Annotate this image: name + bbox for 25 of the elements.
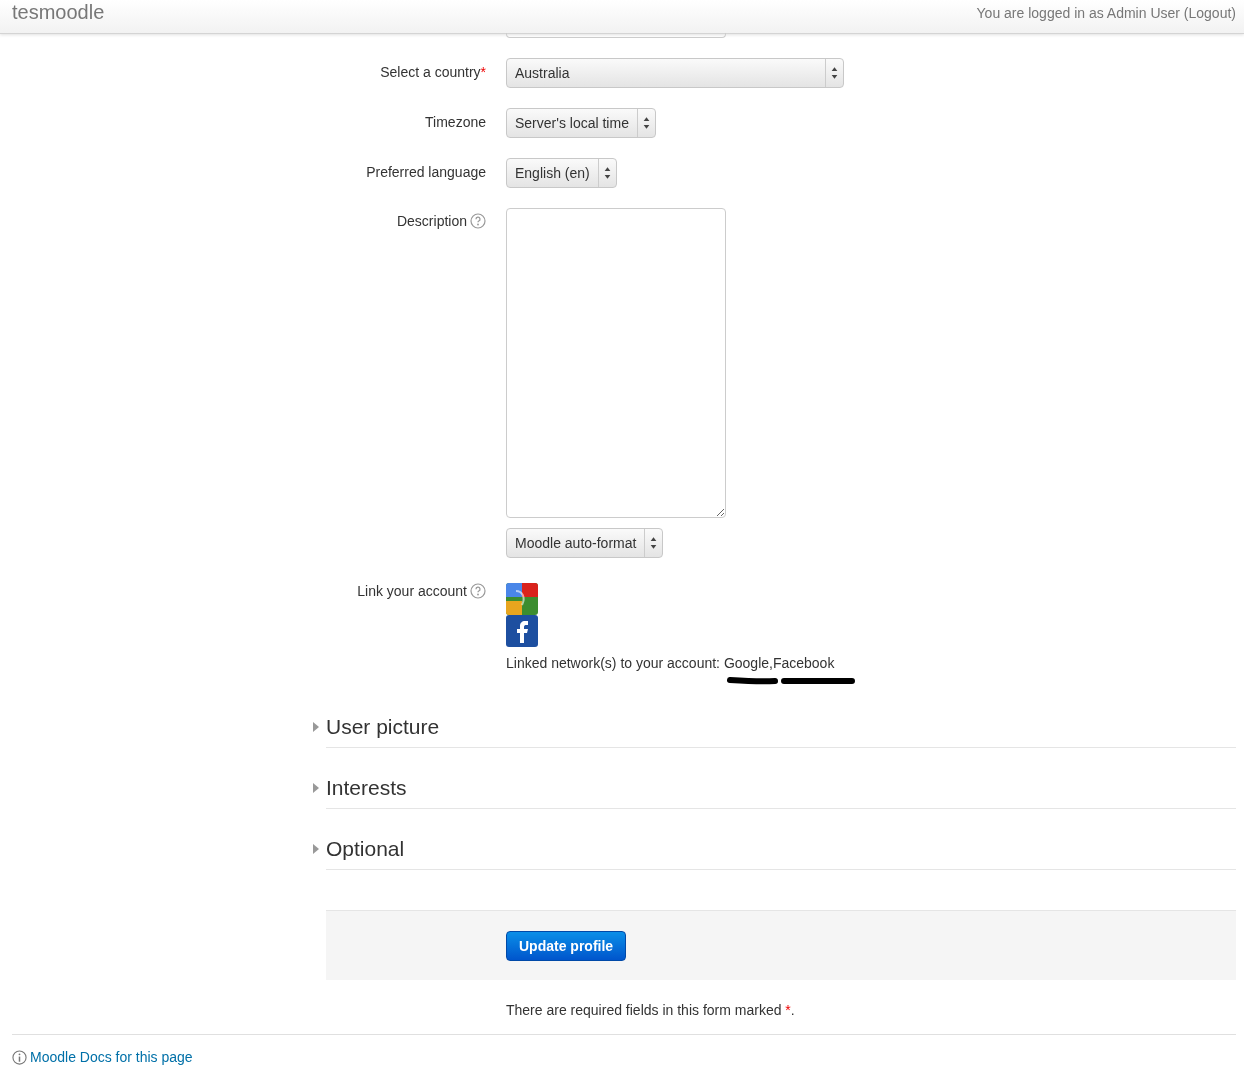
field-label: Description xyxy=(396,213,467,229)
field-label: Timezone xyxy=(425,114,486,130)
caret-right-icon[interactable] xyxy=(312,783,321,793)
linked-networks-text: Linked network(s) to your account: Google,Facebook xyxy=(506,655,835,671)
dropdown-select[interactable]: Server's local time xyxy=(506,108,656,138)
info-icon xyxy=(12,1049,27,1065)
required-fields-note: There are required fields in this form marked *. xyxy=(505,1002,796,1018)
facebook-icon[interactable] xyxy=(506,615,538,647)
field-label: Preferred language xyxy=(366,164,486,180)
dropdown-select[interactable]: English (en) xyxy=(506,158,617,188)
moodle-docs-link[interactable]: Moodle Docs for this page xyxy=(30,1049,193,1065)
help-icon[interactable] xyxy=(470,213,486,229)
login-info: You are logged in as Admin User (Logout) xyxy=(976,4,1236,21)
section-heading[interactable]: Optional xyxy=(326,837,405,861)
update-profile-button[interactable]: Update profile xyxy=(506,930,627,961)
field-label: Link your account xyxy=(357,583,467,599)
section-heading[interactable]: Interests xyxy=(326,776,407,800)
caret-right-icon[interactable] xyxy=(312,722,321,732)
dropdown-select[interactable]: Australia xyxy=(506,58,844,88)
dropdown-select[interactable]: Moodle auto-format xyxy=(506,528,664,558)
site-name[interactable]: tesmoodle xyxy=(12,1,105,24)
section-heading[interactable]: User picture xyxy=(326,715,440,739)
field-label: Select a country* xyxy=(380,64,486,80)
help-icon[interactable] xyxy=(470,583,486,599)
caret-right-icon[interactable] xyxy=(312,844,321,854)
